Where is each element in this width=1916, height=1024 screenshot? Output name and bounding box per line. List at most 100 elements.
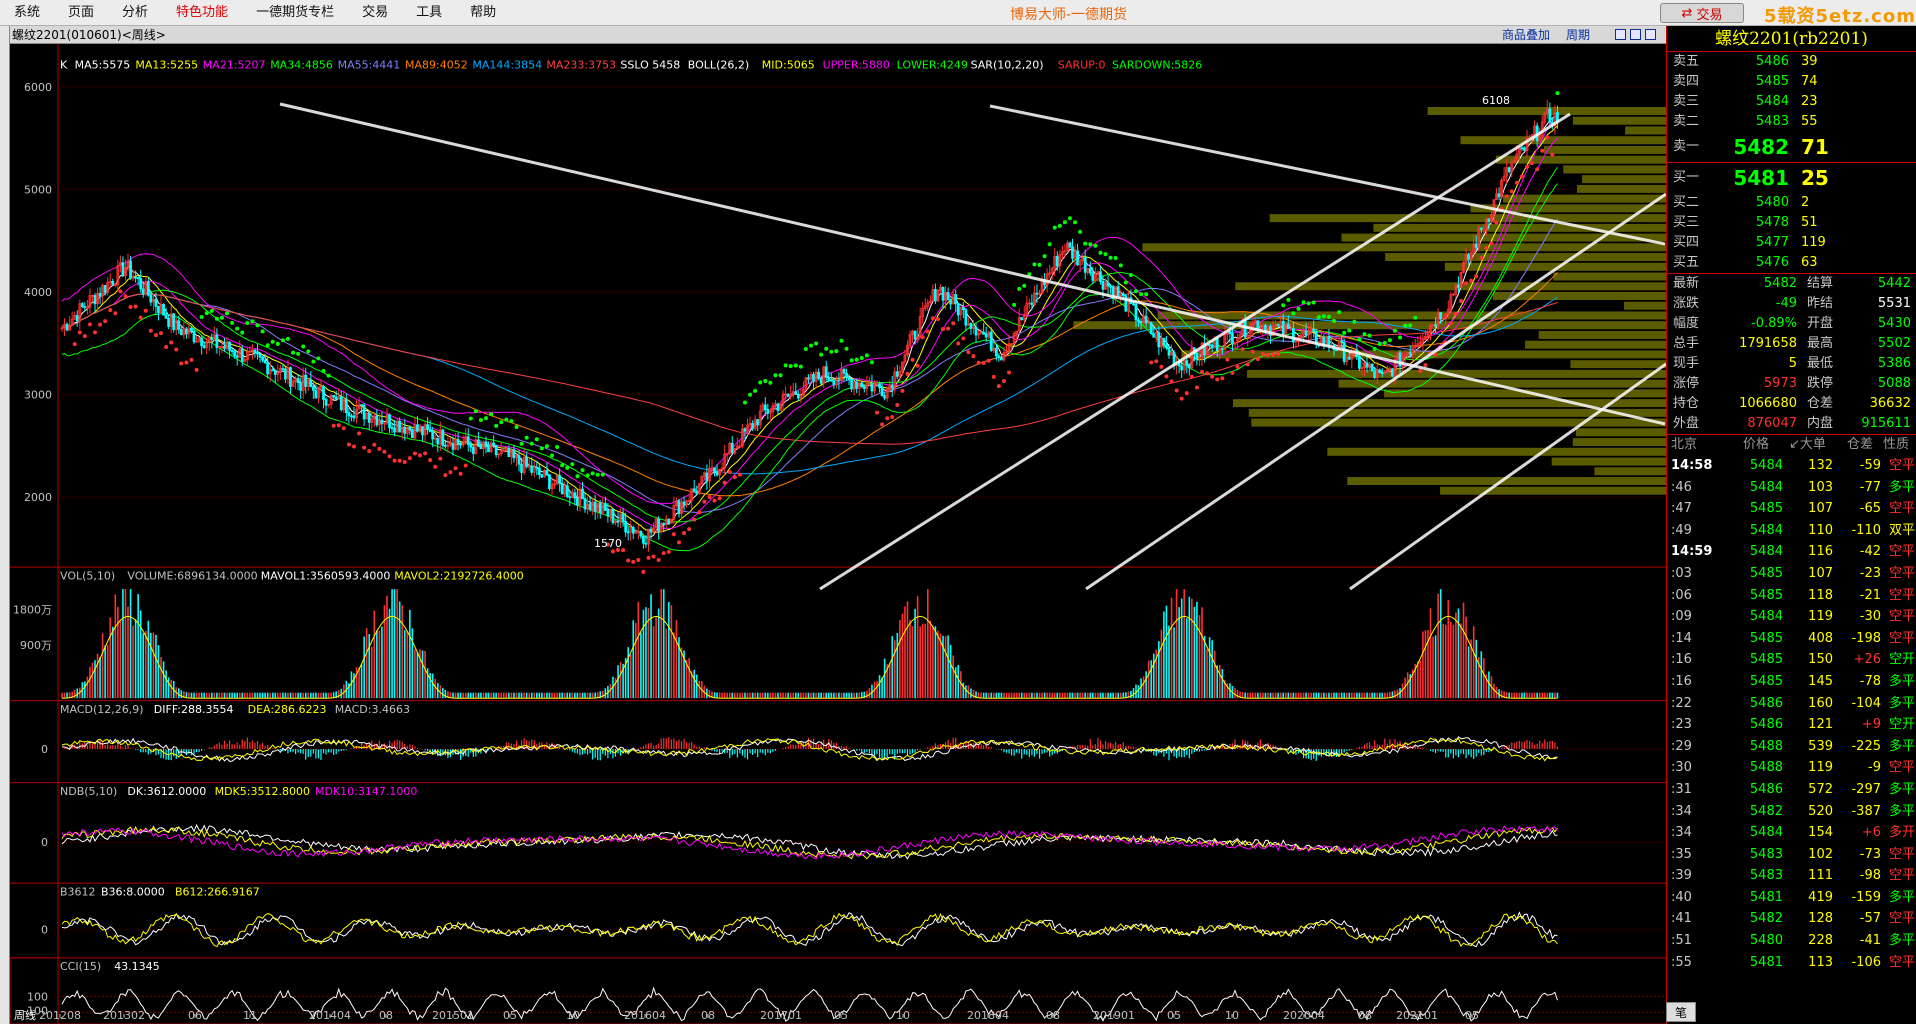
sar-dot	[428, 458, 433, 463]
tick-row[interactable]: :14 5485 408 -198 空平	[1667, 628, 1916, 650]
tick-oi-change: -106	[1851, 954, 1881, 970]
level-price: 5476	[1755, 255, 1789, 270]
tick-row[interactable]: :55 5481 113 -106 空平	[1667, 952, 1916, 974]
sar-dot	[910, 357, 915, 362]
tick-row[interactable]: :40 5481 419 -159 多平	[1667, 887, 1916, 909]
tick-row[interactable]: :31 5486 572 -297 多平	[1667, 779, 1916, 801]
macd-bar	[856, 748, 858, 751]
ask1-row[interactable]: 卖一 5482 71	[1667, 132, 1916, 162]
tick-list[interactable]: 14:58 5484 132 -59 空平:46 5484 103 -77 多平…	[1667, 455, 1916, 973]
ticks-tab[interactable]: 笔	[1666, 1002, 1696, 1022]
ask-level-row[interactable]: 卖五 5486 39	[1667, 52, 1916, 72]
tick-row[interactable]: :16 5485 145 -78 多平	[1667, 671, 1916, 693]
tick-row[interactable]: :09 5484 119 -30 空平	[1667, 606, 1916, 628]
candle-body	[568, 496, 572, 498]
left-toolbar-strip[interactable]	[0, 26, 10, 1024]
tick-nature: 空平	[1888, 458, 1915, 473]
window-icon[interactable]	[1630, 29, 1641, 40]
menu-analysis[interactable]: 分析	[108, 0, 162, 26]
volume-bar	[1516, 692, 1518, 699]
volume-bar	[1513, 692, 1516, 699]
candle-body	[657, 518, 661, 532]
tick-row[interactable]: :06 5485 118 -21 空平	[1667, 585, 1916, 607]
volume-bar	[96, 653, 99, 699]
tick-row[interactable]: :34 5484 154 +6 多开	[1667, 822, 1916, 844]
tick-row[interactable]: :34 5482 520 -387 多平	[1667, 801, 1916, 823]
macd-bar	[1394, 739, 1396, 749]
tick-time: :46	[1671, 479, 1692, 495]
volume-bar	[840, 692, 843, 699]
layout-icon[interactable]	[1615, 29, 1626, 40]
bid1-row[interactable]: 买一 5481 25	[1667, 163, 1916, 193]
bid-level-row[interactable]: 买三 5478 51	[1667, 213, 1916, 233]
trade-button[interactable]: ⇄ 交易	[1660, 3, 1744, 23]
sar-dot	[575, 474, 580, 479]
sar-dot	[1062, 220, 1067, 225]
tick-row[interactable]: :39 5483 111 -98 空平	[1667, 865, 1916, 887]
volume-bar	[1556, 692, 1559, 699]
tick-row[interactable]: :16 5485 150 +26 空开	[1667, 649, 1916, 671]
sar-dot	[336, 423, 341, 428]
tick-oi-change: -30	[1859, 609, 1881, 625]
tick-row[interactable]: :03 5485 107 -23 空平	[1667, 563, 1916, 585]
volume-bar	[1462, 602, 1465, 699]
tick-row[interactable]: :47 5485 107 -65 空平	[1667, 498, 1916, 520]
bid-level-row[interactable]: 买四 5477 119	[1667, 233, 1916, 253]
volume-bar	[561, 692, 563, 699]
close-panel-icon[interactable]	[1645, 29, 1656, 40]
bid-level-row[interactable]: 买五 5476 63	[1667, 253, 1916, 273]
tick-oi-change: -21	[1859, 587, 1881, 603]
ask-level-row[interactable]: 卖二 5483 55	[1667, 112, 1916, 132]
level-volume: 39	[1801, 54, 1818, 69]
macd-bar	[1556, 746, 1559, 749]
tick-row[interactable]: :41 5482 128 -57 空平	[1667, 908, 1916, 930]
chart-area[interactable]: 螺纹2201(010601)<周线> 商品叠加 周期 6000 5000 4000 3…	[10, 26, 1666, 1024]
macd-bar	[1343, 748, 1345, 753]
sar-dot	[250, 319, 255, 324]
candle-body	[200, 337, 204, 347]
tick-row[interactable]: :51 5480 228 -41 多平	[1667, 930, 1916, 952]
macd-bar	[932, 745, 934, 749]
period-link[interactable]: 周期	[1566, 26, 1590, 44]
volume-bar	[962, 682, 965, 699]
sar-dot	[1418, 368, 1423, 373]
macd-bar	[1473, 748, 1475, 759]
volume-bar	[990, 692, 993, 699]
sar-dot	[626, 558, 631, 563]
kline-chart[interactable]: 6000500040003000200061081570K MA5:5575 MA1…	[10, 44, 1666, 1024]
macd-bar	[1546, 741, 1548, 749]
menu-tools[interactable]: 工具	[402, 0, 456, 26]
volume-bar	[1381, 692, 1384, 699]
volume-bar	[546, 692, 548, 699]
candle-body	[179, 329, 183, 336]
menu-yide-column[interactable]: 一德期货专栏	[242, 0, 348, 26]
stats-block: 最新 5482 结算 5442 涨跌 -49 昨结 5531 幅度 -0.89% 开…	[1667, 274, 1916, 434]
tick-row[interactable]: :35 5483 102 -73 空平	[1667, 844, 1916, 866]
candle-body	[588, 503, 592, 510]
bid-level-row[interactable]: 买二 5480 2	[1667, 193, 1916, 213]
stat-label: 外盘	[1673, 416, 1700, 431]
sar-dot	[1235, 364, 1240, 369]
macd-bar	[1140, 748, 1142, 750]
ask-level-row[interactable]: 卖三 5484 23	[1667, 92, 1916, 112]
menu-system[interactable]: 系统	[0, 0, 54, 26]
overlay-link[interactable]: 商品叠加	[1502, 26, 1550, 44]
sar-dot	[1083, 241, 1088, 246]
menu-page[interactable]: 页面	[54, 0, 108, 26]
tick-row[interactable]: :49 5484 110 -110 双平	[1667, 520, 1916, 542]
stat-value: 5386	[1877, 356, 1911, 371]
tick-row[interactable]: :22 5486 160 -104 多平	[1667, 693, 1916, 715]
macd-zero-label: 0	[41, 743, 48, 756]
tick-row[interactable]: :30 5488 119 -9 空平	[1667, 757, 1916, 779]
tick-row[interactable]: :46 5484 103 -77 多平	[1667, 477, 1916, 499]
menu-special[interactable]: 特色功能	[162, 0, 242, 26]
menu-trade[interactable]: 交易	[348, 0, 402, 26]
volume-bar	[1000, 692, 1003, 699]
sar-dot	[1042, 254, 1047, 259]
ask-level-row[interactable]: 卖四 5485 74	[1667, 72, 1916, 92]
menu-help[interactable]: 帮助	[456, 0, 510, 26]
tick-row[interactable]: :29 5488 539 -225 多平	[1667, 736, 1916, 758]
tick-row[interactable]: 14:58 5484 132 -59 空平	[1667, 455, 1916, 477]
tick-row[interactable]: :23 5486 121 +9 空开	[1667, 714, 1916, 736]
tick-row[interactable]: 14:59 5484 116 -42 空平	[1667, 541, 1916, 563]
